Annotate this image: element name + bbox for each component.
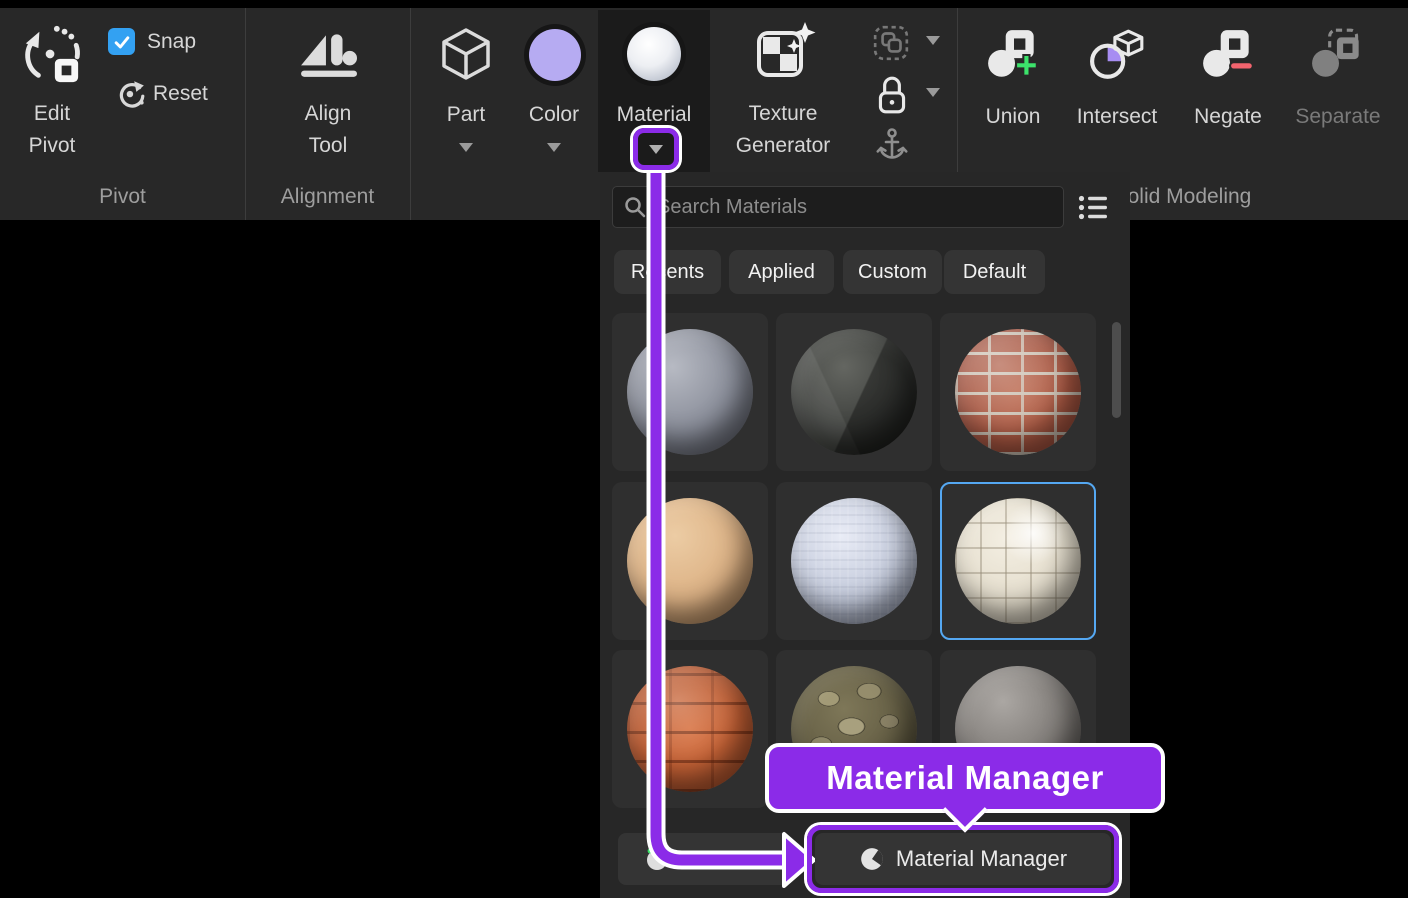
concrete-sphere [627,329,753,455]
pivot-group-label: Pivot [0,184,245,210]
scrollbar-thumb[interactable] [1112,322,1121,418]
fabric-sphere [791,498,917,624]
tab-default-label: Default [963,261,1026,284]
generate-sphere-icon [645,847,669,871]
reset-pivot-button[interactable] [116,78,146,113]
anchor-icon [876,126,908,164]
search-input[interactable] [655,195,1053,220]
align-tool-icon [299,26,357,80]
sand-sphere [627,498,753,624]
snap-checkbox[interactable] [108,28,135,55]
edit-pivot-button[interactable] [20,22,82,89]
snap-label: Snap [147,27,196,57]
material-sphere-thumbnail [627,27,681,81]
tab-recents-label: Recents [631,261,704,284]
part-dropdown-caret-icon[interactable] [459,143,473,152]
alignment-group-label: Alignment [245,184,410,210]
color-swatch[interactable] [529,29,581,81]
part-cube-icon [438,26,494,82]
tab-applied[interactable]: Applied [729,250,834,294]
swatch-sand[interactable] [612,482,768,640]
edit-pivot-label: Edit Pivot [10,98,94,162]
union-icon [985,26,1043,84]
negate-icon [1200,26,1258,84]
lock-icon [876,74,908,116]
color-dropdown-caret-icon[interactable] [547,143,561,152]
brick-sphere [955,329,1081,455]
material-manager-sphere-icon [859,846,885,872]
material-search-bar [612,186,1064,228]
color-label: Color [520,100,588,130]
separate-label: Separate [1282,102,1394,132]
lock-caret-icon[interactable] [926,88,940,97]
material-manager-button[interactable]: Material Manager [815,833,1111,885]
tab-recents[interactable]: Recents [614,250,721,294]
lock-button[interactable] [876,74,908,121]
group-separator [410,8,411,220]
texture-generator-label: Texture Generator [725,98,841,162]
union-button[interactable] [985,26,1043,89]
separate-icon [1310,26,1368,84]
union-label: Union [957,102,1069,132]
reset-icon [116,78,146,108]
search-icon [623,195,647,219]
tab-custom-label: Custom [858,261,927,284]
align-tool-button[interactable] [299,26,357,85]
material-label: Material [598,100,710,130]
swatch-fabric[interactable] [776,482,932,640]
swatch-roof-tiles[interactable] [612,650,768,808]
texture-generator-button[interactable] [752,21,816,90]
separate-button-disabled[interactable] [1310,26,1368,89]
tab-default[interactable]: Default [944,250,1045,294]
intersect-icon [1089,26,1147,84]
material-dropdown-caret-icon[interactable] [649,145,663,154]
reset-label: Reset [153,79,208,109]
intersect-button[interactable] [1089,26,1147,89]
intersect-label: Intersect [1061,102,1173,132]
texture-generator-icon [752,21,816,85]
generate-label: Generate [680,848,763,871]
material-dropdown-caret-highlight [633,128,679,170]
swatch-concrete[interactable] [612,313,768,471]
group-select-caret-icon[interactable] [926,36,940,45]
tab-custom[interactable]: Custom [843,250,942,294]
align-tool-label: Align Tool [283,98,373,162]
material-manager-label: Material Manager [896,846,1067,872]
material-manager-tooltip: Material Manager [765,743,1165,813]
check-icon [112,32,132,52]
swatch-slate[interactable] [776,313,932,471]
ceramic-tiles-sphere [955,498,1081,624]
negate-button[interactable] [1200,26,1258,89]
group-select-icon [872,24,910,62]
group-select-button[interactable] [872,24,910,67]
list-view-icon [1078,194,1108,221]
swatch-ceramic-tiles-selected[interactable] [940,482,1096,640]
roof-tiles-sphere [627,666,753,792]
negate-label: Negate [1172,102,1284,132]
anchor-button[interactable] [876,126,908,169]
generate-button[interactable]: Generate [618,833,790,885]
part-label: Part [430,100,502,130]
material-manager-highlight: Material Manager [807,825,1119,893]
slate-sphere [791,329,917,455]
part-button[interactable] [438,26,494,87]
tab-applied-label: Applied [748,261,815,284]
swatch-brick[interactable] [940,313,1096,471]
edit-pivot-icon [20,22,82,84]
list-view-button[interactable] [1078,194,1108,226]
